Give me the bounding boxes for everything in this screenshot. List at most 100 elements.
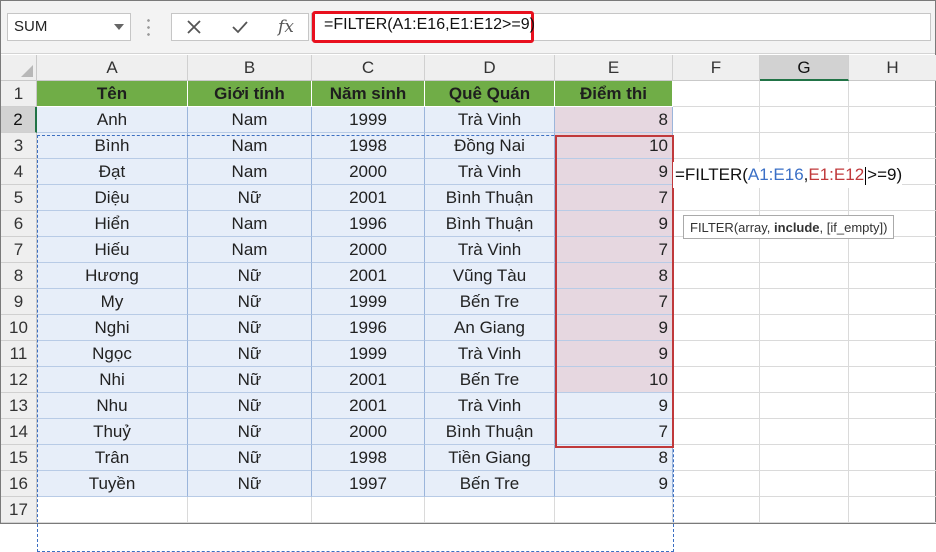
cell-h8[interactable] <box>849 263 936 289</box>
cell-d13[interactable]: Trà Vinh <box>425 393 555 419</box>
cell-d2[interactable]: Trà Vinh <box>425 107 555 133</box>
cell-g8[interactable] <box>760 263 849 289</box>
cell-h17[interactable] <box>849 497 936 523</box>
row-header-6[interactable]: 6 <box>1 211 37 237</box>
cell-b7[interactable]: Nam <box>188 237 312 263</box>
cell-h11[interactable] <box>849 341 936 367</box>
cell-c7[interactable]: 2000 <box>312 237 425 263</box>
cell-e3[interactable]: 10 <box>555 133 673 159</box>
cell-a14[interactable]: Thuỷ <box>37 419 188 445</box>
cell-d9[interactable]: Bến Tre <box>425 289 555 315</box>
cell-d16[interactable]: Bến Tre <box>425 471 555 497</box>
column-header-f[interactable]: F <box>673 55 760 81</box>
cell-c5[interactable]: 2001 <box>312 185 425 211</box>
cell-f9[interactable] <box>673 289 760 315</box>
cell-h2[interactable] <box>849 107 936 133</box>
cell-f16[interactable] <box>673 471 760 497</box>
cell-g1[interactable] <box>760 81 849 107</box>
cell-b6[interactable]: Nam <box>188 211 312 237</box>
column-header-h[interactable]: H <box>849 55 936 81</box>
cell-f12[interactable] <box>673 367 760 393</box>
cell-a17[interactable] <box>37 497 188 523</box>
cell-b8[interactable]: Nữ <box>188 263 312 289</box>
cell-e10[interactable]: 9 <box>555 315 673 341</box>
cell-h15[interactable] <box>849 445 936 471</box>
cell-g7[interactable] <box>760 237 849 263</box>
cell-a10[interactable]: Nghi <box>37 315 188 341</box>
row-header-12[interactable]: 12 <box>1 367 37 393</box>
row-header-2[interactable]: 2 <box>1 107 37 133</box>
cell-c16[interactable]: 1997 <box>312 471 425 497</box>
row-header-10[interactable]: 10 <box>1 315 37 341</box>
column-header-a[interactable]: A <box>37 55 188 81</box>
cell-e16[interactable]: 9 <box>555 471 673 497</box>
cell-e4[interactable]: 9 <box>555 159 673 185</box>
cell-a6[interactable]: Hiển <box>37 211 188 237</box>
column-header-b[interactable]: B <box>188 55 312 81</box>
cell-c10[interactable]: 1996 <box>312 315 425 341</box>
cell-a16[interactable]: Tuyền <box>37 471 188 497</box>
cell-a3[interactable]: Bình <box>37 133 188 159</box>
cell-c13[interactable]: 2001 <box>312 393 425 419</box>
cell-h14[interactable] <box>849 419 936 445</box>
cell-g13[interactable] <box>760 393 849 419</box>
cell-d3[interactable]: Đồng Nai <box>425 133 555 159</box>
cell-e8[interactable]: 8 <box>555 263 673 289</box>
cell-e15[interactable]: 8 <box>555 445 673 471</box>
cell-e13[interactable]: 9 <box>555 393 673 419</box>
cell-e5[interactable]: 7 <box>555 185 673 211</box>
row-header-5[interactable]: 5 <box>1 185 37 211</box>
cell-e1[interactable]: Điểm thi <box>555 81 673 107</box>
row-header-11[interactable]: 11 <box>1 341 37 367</box>
cell-b3[interactable]: Nam <box>188 133 312 159</box>
cell-e6[interactable]: 9 <box>555 211 673 237</box>
cell-e17[interactable] <box>555 497 673 523</box>
cell-a13[interactable]: Nhu <box>37 393 188 419</box>
cell-c1[interactable]: Năm sinh <box>312 81 425 107</box>
row-header-4[interactable]: 4 <box>1 159 37 185</box>
select-all-button[interactable] <box>1 55 37 81</box>
cell-a12[interactable]: Nhi <box>37 367 188 393</box>
cell-b11[interactable]: Nữ <box>188 341 312 367</box>
cell-f17[interactable] <box>673 497 760 523</box>
cell-g5[interactable] <box>760 185 849 211</box>
column-header-d[interactable]: D <box>425 55 555 81</box>
cell-g12[interactable] <box>760 367 849 393</box>
drag-handle-icon[interactable] <box>147 17 150 37</box>
cell-b15[interactable]: Nữ <box>188 445 312 471</box>
cell-d12[interactable]: Bến Tre <box>425 367 555 393</box>
name-box[interactable]: SUM <box>7 13 131 41</box>
cell-b16[interactable]: Nữ <box>188 471 312 497</box>
cell-g9[interactable] <box>760 289 849 315</box>
cell-f5[interactable] <box>673 185 760 211</box>
cell-c2[interactable]: 1999 <box>312 107 425 133</box>
cell-g10[interactable] <box>760 315 849 341</box>
cell-b14[interactable]: Nữ <box>188 419 312 445</box>
cell-c14[interactable]: 2000 <box>312 419 425 445</box>
cell-b12[interactable]: Nữ <box>188 367 312 393</box>
cell-f3[interactable] <box>673 133 760 159</box>
cell-d4[interactable]: Trà Vinh <box>425 159 555 185</box>
cell-d8[interactable]: Vũng Tàu <box>425 263 555 289</box>
cell-h10[interactable] <box>849 315 936 341</box>
row-header-17[interactable]: 17 <box>1 497 37 523</box>
cell-e11[interactable]: 9 <box>555 341 673 367</box>
cell-c17[interactable] <box>312 497 425 523</box>
column-header-e[interactable]: E <box>555 55 673 81</box>
cell-f14[interactable] <box>673 419 760 445</box>
column-header-g[interactable]: G <box>760 55 849 81</box>
row-header-1[interactable]: 1 <box>1 81 37 107</box>
cell-g14[interactable] <box>760 419 849 445</box>
cell-c9[interactable]: 1999 <box>312 289 425 315</box>
cell-a4[interactable]: Đạt <box>37 159 188 185</box>
cell-b17[interactable] <box>188 497 312 523</box>
cell-d15[interactable]: Tiền Giang <box>425 445 555 471</box>
cell-b10[interactable]: Nữ <box>188 315 312 341</box>
cell-d14[interactable]: Bình Thuận <box>425 419 555 445</box>
cell-b9[interactable]: Nữ <box>188 289 312 315</box>
cell-e2[interactable]: 8 <box>555 107 673 133</box>
cell-f8[interactable] <box>673 263 760 289</box>
row-header-16[interactable]: 16 <box>1 471 37 497</box>
cell-b1[interactable]: Giới tính <box>188 81 312 107</box>
cell-g11[interactable] <box>760 341 849 367</box>
